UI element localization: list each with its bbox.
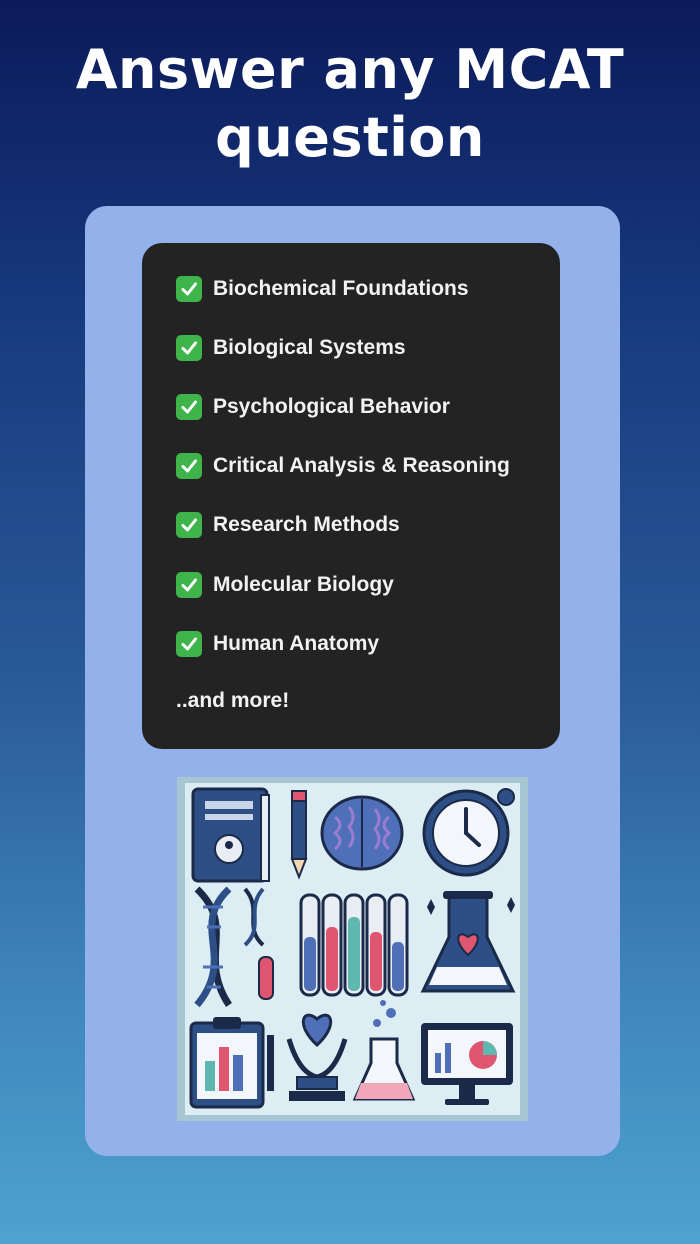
feature-card: Biochemical Foundations Biological Syste… xyxy=(85,206,620,1156)
mcat-illustration xyxy=(177,777,528,1121)
topic-label: Biological Systems xyxy=(213,336,406,359)
topic-item: Research Methods xyxy=(176,510,400,540)
headline-line-1: Answer any MCAT xyxy=(75,38,625,101)
topic-item: Molecular Biology xyxy=(176,570,394,600)
more-label: ..and more! xyxy=(176,689,290,712)
topic-item: Biochemical Foundations xyxy=(176,274,469,304)
test-tubes-icon xyxy=(299,893,409,997)
topic-item: Human Anatomy xyxy=(176,629,379,659)
check-mark-icon xyxy=(176,394,202,420)
topic-label: Molecular Biology xyxy=(213,573,394,596)
topic-item: Biological Systems xyxy=(176,333,406,363)
clipboard-chart-icon xyxy=(189,1017,274,1109)
topic-label: Psychological Behavior xyxy=(213,395,450,418)
check-mark-icon xyxy=(176,512,202,538)
check-mark-icon xyxy=(176,335,202,361)
topics-panel: Biochemical Foundations Biological Syste… xyxy=(142,243,560,749)
headline-line-2: question xyxy=(215,106,485,169)
check-mark-icon xyxy=(176,631,202,657)
check-mark-icon xyxy=(176,572,202,598)
topic-label: Research Methods xyxy=(213,513,400,536)
headline: Answer any MCAT question xyxy=(0,36,700,172)
brain-icon xyxy=(320,795,404,871)
topic-item: Critical Analysis & Reasoning xyxy=(176,451,510,481)
topic-item: Psychological Behavior xyxy=(176,392,450,422)
topic-label: Biochemical Foundations xyxy=(213,277,469,300)
check-mark-icon xyxy=(176,276,202,302)
pencil-icon xyxy=(290,790,308,880)
topic-label: Human Anatomy xyxy=(213,632,380,655)
check-mark-icon xyxy=(176,453,202,479)
topic-label: Critical Analysis & Reasoning xyxy=(213,454,510,477)
book-icon xyxy=(191,787,270,883)
